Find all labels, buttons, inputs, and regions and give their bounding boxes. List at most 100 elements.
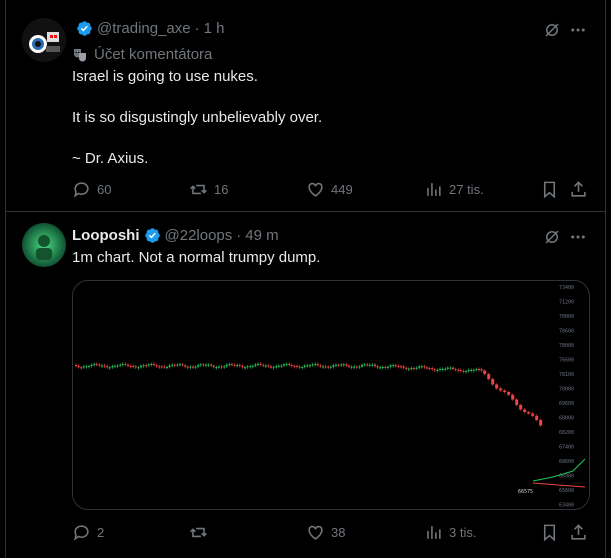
tweet-text-line-2: It is so disgustingly unbelievably over. [72,109,323,126]
candle [374,364,376,367]
share-icon [571,181,586,197]
candle [413,368,415,370]
candle [114,365,116,367]
candle [322,366,324,368]
candle [296,365,298,367]
candle [340,364,343,366]
candle [124,363,127,365]
author-handle[interactable]: @trading_axe [97,20,191,37]
candle [499,388,503,391]
candle [210,364,213,366]
candle [98,364,101,366]
candle [457,369,460,371]
like-button[interactable]: 38 [306,523,345,542]
candle [400,366,402,368]
candle [241,366,244,368]
share-button[interactable] [569,523,594,542]
candle [426,367,428,369]
views-button[interactable]: 3 tis. [424,523,476,542]
candle [116,365,119,367]
avatar[interactable] [22,18,66,62]
candle [270,366,272,368]
candle [350,366,353,368]
candle [487,373,491,380]
candle [88,366,90,368]
share-button[interactable] [569,180,594,199]
candle [303,365,306,368]
candle [441,369,444,371]
candle [80,367,83,369]
more-options-icon[interactable] [568,227,588,247]
candle [433,369,436,371]
tweet-header: Looposhi @22loops · 49 m [72,227,279,244]
candle [480,369,483,371]
candle [449,367,452,369]
author-name[interactable]: Looposhi [72,227,140,244]
more-options-icon[interactable] [568,20,588,40]
bookmark-button[interactable] [540,523,565,542]
candle [348,365,350,367]
candle [316,364,319,366]
post-time[interactable]: 49 m [245,227,278,244]
candle [101,365,103,367]
candle [507,392,511,395]
candle [215,367,218,369]
price-tick-label: 68000 [559,416,574,422]
candle [158,366,161,368]
candle [168,365,171,368]
candle [147,364,150,366]
candle [119,364,122,366]
candle [381,366,384,368]
candle [298,366,301,368]
reply-button[interactable]: 60 [72,180,111,199]
avatar[interactable] [22,223,66,267]
candle [397,365,400,367]
price-tick-label: 70000 [559,314,574,320]
candle [446,367,449,369]
author-handle[interactable]: @22loops [165,227,233,244]
candle [277,365,280,367]
candle [283,364,285,366]
candle [301,367,304,369]
like-button[interactable]: 449 [306,180,353,199]
grok-icon[interactable] [542,20,562,40]
candle [244,367,246,369]
candle [150,363,153,365]
candle [452,367,454,369]
tweet-trading-axe[interactable]: @trading_axe · 1 h Účet komentátora Isra… [6,0,606,212]
candle [371,364,374,366]
candle [140,365,142,368]
candle [535,415,539,420]
community-note-label: Účet komentátora [72,46,212,63]
candle [212,365,215,368]
candle [134,366,137,368]
candle [75,365,77,366]
candle [431,368,434,370]
candle [389,365,392,367]
chart-image[interactable]: 73400 71200 70000 78600 78000 76600 78100 70000… [72,280,590,510]
candle [531,413,535,416]
tweet-looposhi[interactable]: Looposhi @22loops · 49 m 1m chart. Not a… [6,213,606,558]
price-tick-label: 67400 [559,445,574,451]
grok-icon[interactable] [542,227,562,247]
candle [368,364,371,366]
candle [314,364,317,366]
price-tick-label: 68600 [559,459,574,465]
candle [423,366,426,368]
post-time[interactable]: 1 h [204,20,225,37]
candle [171,364,174,366]
candle [90,364,93,367]
repost-button[interactable] [189,523,214,542]
views-button[interactable]: 27 tis. [424,180,484,199]
heart-icon [308,525,323,540]
candle [285,363,288,365]
candle [202,364,205,366]
reply-button[interactable]: 2 [72,523,104,542]
bookmark-button[interactable] [540,180,565,199]
repost-button[interactable]: 16 [189,180,228,199]
candle [467,369,470,372]
candle [515,399,519,405]
candle [410,368,413,370]
candle [280,365,283,367]
candle [436,369,439,371]
